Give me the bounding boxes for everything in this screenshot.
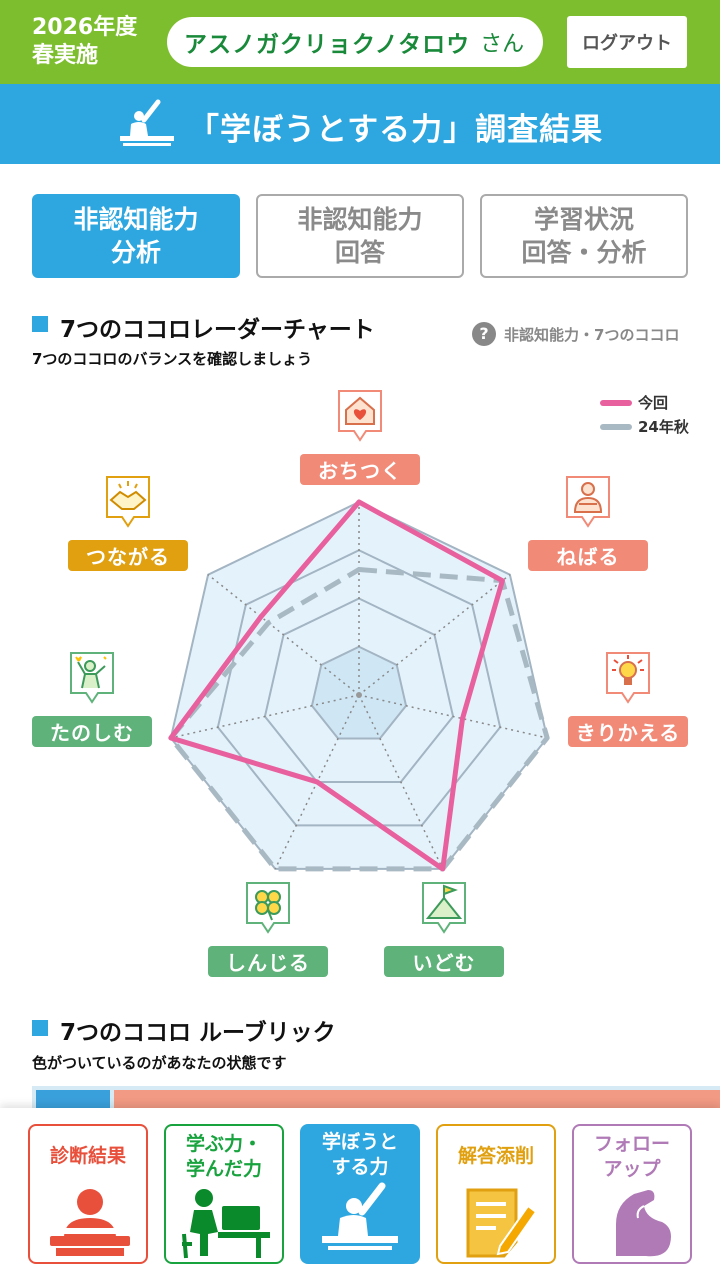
nav-diagnosis-results[interactable]: 診断結果 bbox=[28, 1124, 148, 1264]
tab-label-line2: 分析 bbox=[110, 238, 161, 267]
kokoro-label-shinjiru: しんじる bbox=[208, 946, 328, 977]
kokoro-label-tanoshimu: たのしむ bbox=[32, 716, 152, 747]
handshake-icon bbox=[106, 476, 150, 528]
nav-label-line1: 学ぼうと bbox=[321, 1131, 398, 1153]
student-at-computer-icon bbox=[182, 1189, 270, 1259]
fiscal-year-label: 2026年度 春実施 bbox=[32, 14, 137, 70]
nav-learning-ability[interactable]: 学ぶ力・ 学んだ力 bbox=[164, 1124, 284, 1264]
mountain-flag-icon bbox=[422, 882, 466, 934]
help-link[interactable]: 非認知能力・7つのココロ bbox=[504, 324, 679, 345]
radar-section-title: 7つのココロレーダーチャート bbox=[60, 317, 375, 343]
page-title: 「学ぼうとする力」調査結果 bbox=[188, 112, 604, 148]
user-honorific: さん bbox=[480, 32, 525, 57]
flexed-arm-icon bbox=[616, 1190, 671, 1257]
section-marker bbox=[32, 1020, 48, 1036]
nav-label-line1: 解答添削 bbox=[457, 1145, 534, 1167]
question-circle-icon[interactable]: ? bbox=[472, 322, 496, 346]
nav-label: 解答添削 bbox=[438, 1144, 554, 1169]
nav-label: フォロー アップ bbox=[574, 1132, 690, 1182]
user-name: アスノガクリョクノタロウ bbox=[184, 32, 471, 58]
logout-button[interactable]: ログアウト bbox=[567, 16, 687, 68]
tab-label-line2: 回答 bbox=[334, 238, 385, 267]
tab-label-line1: 学習状況 bbox=[533, 205, 634, 234]
kokoro-label-kirikaeru: きりかえる bbox=[568, 716, 688, 747]
tab-label-line1: 非認知能力 bbox=[73, 205, 199, 234]
radar-section-description: 7つのココロのバランスを確認しましょう bbox=[32, 350, 313, 368]
nav-answer-correction[interactable]: 解答添削 bbox=[436, 1124, 556, 1264]
kokoro-label-idomu: いどむ bbox=[384, 946, 504, 977]
kokoro-label-ochitsuku: おちつく bbox=[300, 454, 420, 485]
bottom-navigation: 診断結果 学ぶ力・ 学んだ力 学ぼうと する力 解答添削 フォロー アップ bbox=[0, 1108, 720, 1280]
section-marker bbox=[32, 316, 48, 332]
tab-label-line2: 回答・分析 bbox=[521, 238, 647, 267]
kokoro-label-tsunagaru: つながる bbox=[68, 540, 188, 571]
nav-label: 学ぼうと する力 bbox=[300, 1130, 420, 1180]
tab-non-cognitive-answers[interactable]: 非認知能力 回答 bbox=[256, 194, 464, 278]
rubric-section-title: 7つのココロ ルーブリック bbox=[60, 1020, 336, 1046]
nav-label: 診断結果 bbox=[30, 1144, 146, 1169]
tab-learning-status[interactable]: 学習状況 回答・分析 bbox=[480, 194, 688, 278]
rubric-section-description: 色がついているのがあなたの状態です bbox=[32, 1054, 287, 1072]
radar-center-dot bbox=[356, 692, 362, 698]
nav-label-line1: 学ぶ力・ bbox=[185, 1133, 262, 1155]
clover-icon bbox=[246, 882, 290, 934]
nav-label-line2: する力 bbox=[331, 1156, 389, 1178]
kokoro-label-nebaru: ねばる bbox=[528, 540, 648, 571]
student-raising-hand-icon bbox=[120, 99, 174, 146]
pencil-paper-icon bbox=[466, 1188, 538, 1258]
fiscal-year-line2: 春実施 bbox=[32, 43, 99, 68]
tab-non-cognitive-analysis[interactable]: 非認知能力 分析 bbox=[32, 194, 240, 278]
nav-willingness-to-learn[interactable]: 学ぼうと する力 bbox=[300, 1124, 420, 1264]
person-cheering-icon bbox=[70, 652, 114, 704]
nav-label: 学ぶ力・ 学んだ力 bbox=[166, 1132, 282, 1182]
person-arms-crossed-icon bbox=[566, 476, 610, 528]
person-at-desk-icon bbox=[50, 1189, 130, 1256]
nav-label-line2: アップ bbox=[603, 1158, 661, 1180]
tab-label-line1: 非認知能力 bbox=[297, 205, 423, 234]
house-heart-icon bbox=[338, 390, 382, 442]
fiscal-year-line1: 2026年度 bbox=[32, 15, 138, 40]
nav-follow-up[interactable]: フォロー アップ bbox=[572, 1124, 692, 1264]
nav-label-line1: フォロー bbox=[593, 1133, 670, 1155]
user-name-pill: アスノガクリョクノタロウ さん bbox=[167, 17, 543, 67]
nav-label-line2: 学んだ力 bbox=[185, 1158, 262, 1180]
lightbulb-icon bbox=[606, 652, 650, 704]
nav-label-line1: 診断結果 bbox=[49, 1145, 126, 1167]
student-raising-hand-icon bbox=[322, 1182, 398, 1250]
